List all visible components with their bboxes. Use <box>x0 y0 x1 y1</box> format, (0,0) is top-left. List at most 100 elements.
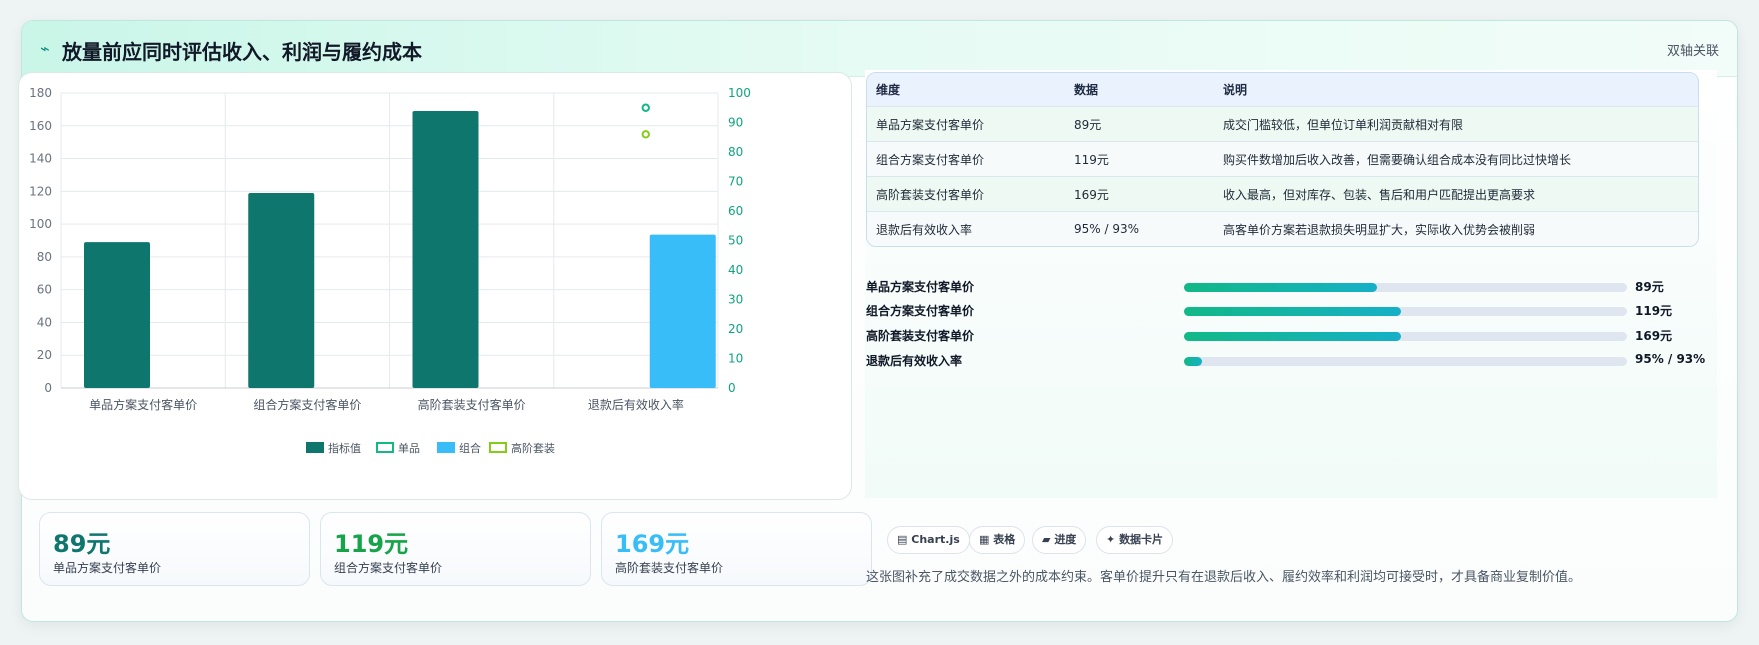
progress-track <box>1184 332 1627 341</box>
y-right-tick-label: 60 <box>728 204 743 218</box>
y-left-tick-label: 180 <box>29 86 52 100</box>
progress-value: 119元 <box>1635 304 1673 318</box>
table-cell: 单品方案支付客单价 <box>867 106 1065 141</box>
table-cell: 高客单价方案若退款损失明显扩大，实际收入优势会被削弱 <box>1214 211 1698 246</box>
x-tick-label: 单品方案支付客单价 <box>89 397 197 412</box>
stat-card: 89元 单品方案支付客单价 <box>39 512 310 586</box>
table-row: 高阶套装支付客单价 169元 收入最高，但对库存、包装、售后和用户匹配提出更高要… <box>867 176 1698 211</box>
table-cell: 高阶套装支付客单价 <box>867 176 1065 211</box>
table-header: 说明 <box>1214 73 1698 106</box>
legend-label: 单品 <box>398 442 420 455</box>
chip-chartjs[interactable]: ▤ Chart.js <box>887 526 970 554</box>
progress-track <box>1184 307 1627 316</box>
y-right-tick-label: 70 <box>728 175 743 189</box>
progress-label: 高阶套装支付客单价 <box>866 329 975 343</box>
progress-row: 高阶套装支付客单价 169元 <box>866 325 1718 345</box>
data-table: 维度 数据 说明 单品方案支付客单价 89元 成交门槛较低，但单位订单利润贡献相… <box>866 72 1699 247</box>
sparkle-icon: ✦ <box>1106 533 1116 546</box>
table-row: 单品方案支付客单价 89元 成交门槛较低，但单位订单利润贡献相对有限 <box>867 106 1698 141</box>
table-cell: 169元 <box>1065 176 1214 211</box>
y-right-tick-label: 0 <box>728 381 736 395</box>
stat-value: 89元 <box>53 530 111 558</box>
progress-track <box>1184 357 1627 366</box>
y-right-tick-label: 100 <box>728 86 751 100</box>
progress-row: 单品方案支付客单价 89元 <box>866 276 1718 296</box>
table-header: 维度 <box>867 73 1065 106</box>
bar-指标值 <box>84 242 150 388</box>
chip-data-card[interactable]: ✦ 数据卡片 <box>1096 526 1174 554</box>
legend-swatch <box>489 442 507 453</box>
table-header: 数据 <box>1065 73 1214 106</box>
y-left-tick-label: 160 <box>29 119 52 133</box>
progress-value: 95% / 93% <box>1635 352 1706 366</box>
y-left-tick-label: 60 <box>37 283 52 297</box>
progress-label: 退款后有效收入率 <box>866 354 963 368</box>
table-row: 组合方案支付客单价 119元 购买件数增加后收入改善，但需要确认组合成本没有同比… <box>867 141 1698 176</box>
table-cell: 95% / 93% <box>1065 211 1214 246</box>
progress-fill <box>1184 307 1402 316</box>
y-right-tick-label: 50 <box>728 234 743 248</box>
stat-caption: 单品方案支付客单价 <box>53 561 162 575</box>
x-tick-label: 退款后有效收入率 <box>588 397 684 412</box>
y-left-tick-label: 100 <box>29 217 52 231</box>
bar-指标值 <box>412 111 479 389</box>
progress-label: 单品方案支付客单价 <box>866 280 975 294</box>
table-cell: 组合方案支付客单价 <box>867 141 1065 176</box>
progress-label: 组合方案支付客单价 <box>866 304 975 318</box>
stat-caption: 高阶套装支付客单价 <box>615 561 724 575</box>
card-title: 放量前应同时评估收入、利润与履约成本 <box>62 40 422 64</box>
y-left-tick-label: 0 <box>44 381 52 395</box>
pulse-icon: ⌁ <box>40 39 50 58</box>
point-高阶套装 <box>641 130 650 139</box>
dual-axis-badge[interactable]: 双轴关联 <box>1667 40 1719 59</box>
table-cell: 购买件数增加后收入改善，但需要确认组合成本没有同比过快增长 <box>1214 141 1698 176</box>
stat-card: 169元 高阶套装支付客单价 <box>601 512 872 586</box>
legend-swatch <box>376 442 394 453</box>
y-left-tick-label: 120 <box>29 184 52 198</box>
y-right-tick-label: 80 <box>728 145 743 159</box>
legend-swatch <box>306 442 324 453</box>
progress-row: 退款后有效收入率 95% / 93% <box>866 350 1718 370</box>
progress-icon: ▰ <box>1042 533 1051 546</box>
stat-caption: 组合方案支付客单价 <box>334 561 443 575</box>
y-right-tick-label: 90 <box>728 116 743 130</box>
table-cell: 119元 <box>1065 141 1214 176</box>
y-left-tick-label: 40 <box>37 315 52 329</box>
chip-table[interactable]: ▦ 表格 <box>969 526 1026 554</box>
table-cell: 89元 <box>1065 106 1214 141</box>
legend-label: 组合 <box>459 441 481 455</box>
bar-指标值 <box>248 192 315 388</box>
table-cell: 成交门槛较低，但单位订单利润贡献相对有限 <box>1214 106 1698 141</box>
point-单品 <box>641 103 650 112</box>
y-left-tick-label: 140 <box>29 152 52 166</box>
y-right-tick-label: 10 <box>728 352 743 366</box>
progress-value: 89元 <box>1635 280 1664 294</box>
chip-label: Chart.js <box>911 533 960 546</box>
progress-row: 组合方案支付客单价 119元 <box>866 300 1718 320</box>
legend-swatch <box>437 442 455 453</box>
progress-fill <box>1184 332 1402 341</box>
legend-label: 指标值 <box>328 441 361 455</box>
bar-chart: 0 20 40 60 80 100 120 140 160 180 0 10 20 30 40 50 60 70 8… <box>29 86 751 455</box>
y-left-tick-label: 20 <box>37 348 52 362</box>
footnote: 这张图补充了成交数据之外的成本约束。客单价提升只有在退款后收入、履约效率和利润均… <box>866 570 1582 585</box>
progress-fill <box>1184 357 1202 366</box>
chip-label: 进度 <box>1054 533 1077 546</box>
stat-value: 169元 <box>615 530 690 558</box>
y-right-tick-label: 30 <box>728 293 743 307</box>
stat-card: 119元 组合方案支付客单价 <box>320 512 591 586</box>
chip-label: 表格 <box>993 533 1016 546</box>
table-cell: 收入最高，但对库存、包装、售后和用户匹配提出更高要求 <box>1214 176 1698 211</box>
chip-progress[interactable]: ▰ 进度 <box>1032 526 1087 554</box>
stat-value: 119元 <box>334 530 409 558</box>
legend-label: 高阶套装 <box>511 441 555 455</box>
chart-icon: ▤ <box>897 533 908 546</box>
x-tick-label: 高阶套装支付客单价 <box>418 397 526 412</box>
chip-label: 数据卡片 <box>1119 533 1164 546</box>
chart-panel: 0 20 40 60 80 100 120 140 160 180 0 10 20 30 40 50 60 70 8… <box>18 72 852 500</box>
y-left-tick-label: 80 <box>37 250 52 264</box>
bar-组合 <box>649 234 716 388</box>
progress-track <box>1184 283 1627 292</box>
table-header-row: 维度 数据 说明 <box>867 73 1698 106</box>
x-tick-label: 组合方案支付客单价 <box>253 397 361 412</box>
